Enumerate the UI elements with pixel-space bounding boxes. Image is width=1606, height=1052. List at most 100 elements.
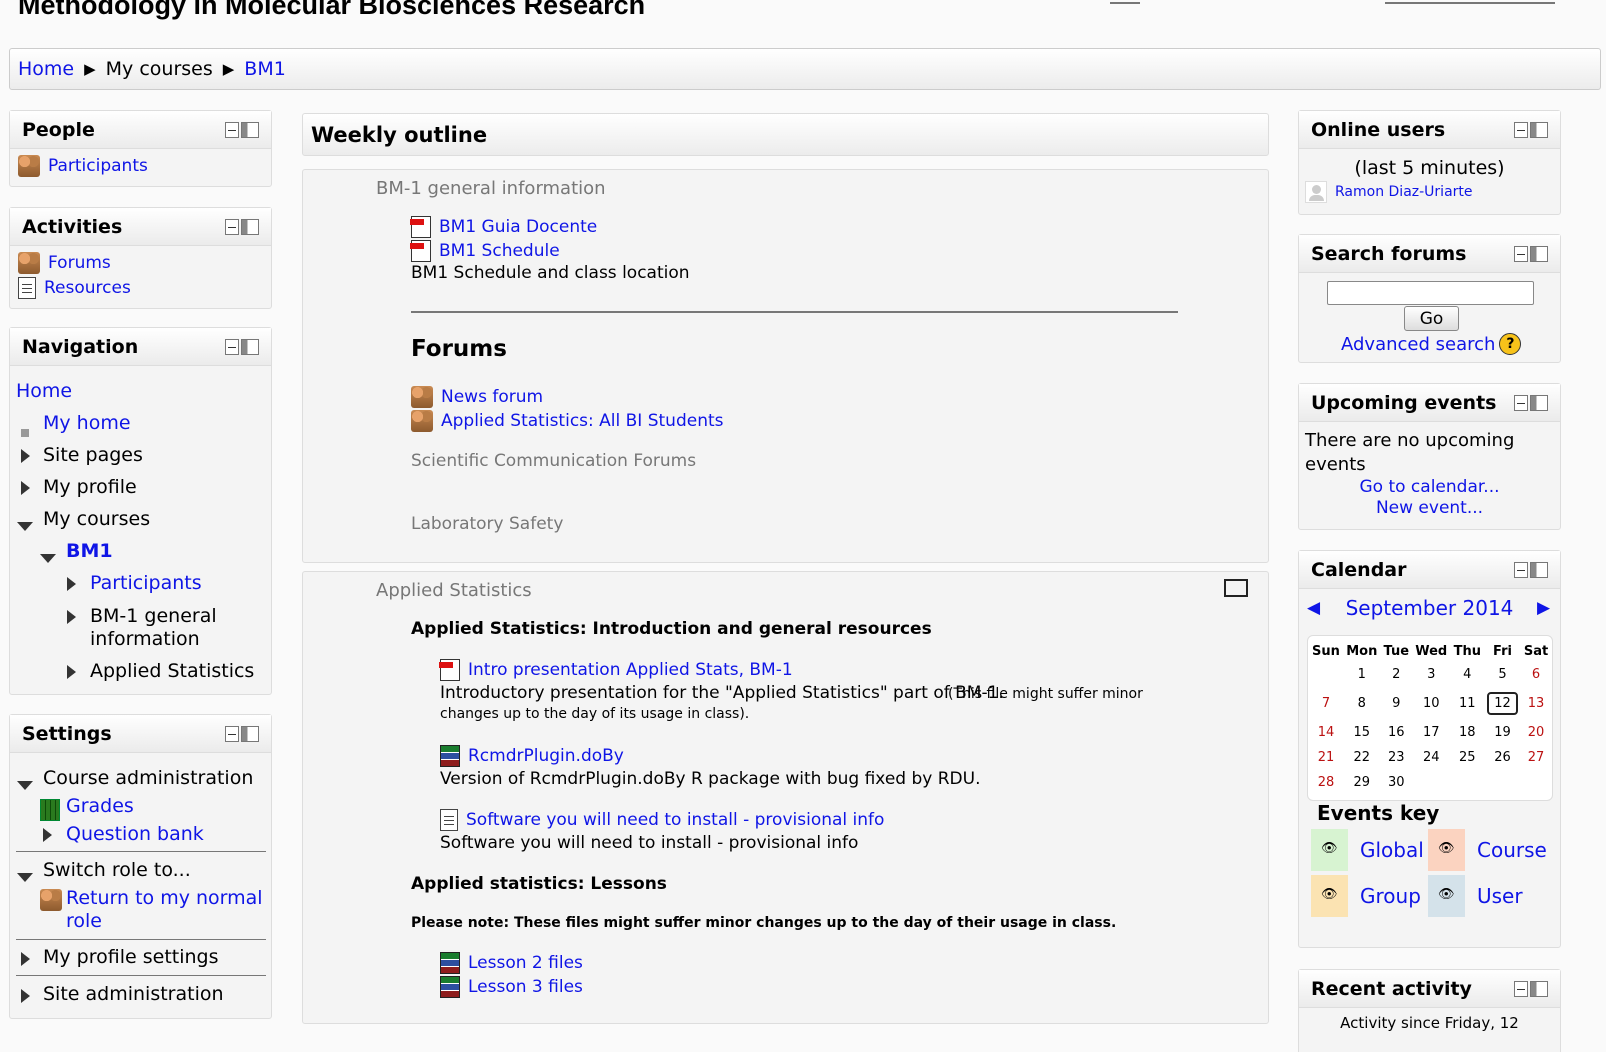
nav-my-profile[interactable]: My profile	[43, 476, 137, 498]
applied-forum[interactable]: Applied Statistics: All BI Students	[411, 410, 724, 432]
calendar-day[interactable]: 27	[1522, 746, 1550, 769]
dock-icon[interactable]	[241, 338, 259, 355]
search-input[interactable]	[1327, 281, 1534, 305]
collapse-icon[interactable]	[1514, 561, 1528, 578]
key-user[interactable]: User	[1428, 875, 1523, 917]
key-group[interactable]: Group	[1311, 875, 1421, 917]
calendar-day[interactable]: 26	[1485, 746, 1520, 769]
expand-icon[interactable]	[21, 952, 30, 966]
key-global-label[interactable]: Global	[1360, 838, 1424, 862]
calendar-day[interactable]: 17	[1413, 721, 1450, 744]
news-forum[interactable]: News forum	[411, 386, 543, 408]
resources-label[interactable]: Resources	[44, 278, 131, 298]
calendar-day[interactable]: 10	[1413, 688, 1450, 719]
switch-role[interactable]: Switch role to...	[43, 859, 191, 881]
course-administration[interactable]: Course administration	[43, 767, 253, 789]
question-bank-link[interactable]: Question bank	[66, 823, 204, 845]
go-button[interactable]: Go	[1404, 306, 1459, 331]
dock-icon[interactable]	[1530, 245, 1548, 262]
calendar-day[interactable]: 6	[1522, 663, 1550, 686]
calendar-day[interactable]: 22	[1344, 746, 1380, 769]
calendar-day[interactable]: 14	[1310, 721, 1342, 744]
block-controls[interactable]	[1514, 245, 1548, 262]
login-info-fragment[interactable]	[1385, 0, 1555, 4]
key-course-label[interactable]: Course	[1477, 838, 1547, 862]
dock-icon[interactable]	[241, 121, 259, 138]
block-controls[interactable]	[225, 725, 259, 742]
schedule-link[interactable]: BM1 Schedule	[439, 241, 560, 261]
calendar-next-icon[interactable]: ▶	[1537, 598, 1550, 618]
collapse-icon[interactable]	[225, 121, 239, 138]
expand-icon[interactable]	[21, 989, 30, 1003]
intro-presentation[interactable]: Intro presentation Applied Stats, BM-1	[439, 659, 793, 681]
guia-link[interactable]: BM1 Guia Docente	[439, 217, 597, 237]
go-to-calendar-link[interactable]: Go to calendar...	[1299, 477, 1560, 497]
nav-bm1[interactable]: BM1	[66, 540, 113, 562]
forums-link[interactable]: Forums	[18, 252, 263, 274]
calendar-day[interactable]: 12	[1485, 688, 1520, 719]
expand-icon[interactable]	[21, 481, 30, 495]
resource-schedule[interactable]: BM1 Schedule	[410, 240, 560, 262]
collapse-icon[interactable]	[1514, 121, 1528, 138]
software-link[interactable]: Software you will need to install - prov…	[466, 810, 884, 830]
calendar-day[interactable]: 29	[1344, 771, 1380, 794]
resource-guia[interactable]: BM1 Guia Docente	[410, 216, 597, 238]
rcmdr-link[interactable]: RcmdrPlugin.doBy	[468, 746, 624, 766]
news-forum-link[interactable]: News forum	[441, 387, 543, 407]
calendar-day[interactable]: 18	[1452, 721, 1483, 744]
my-profile-settings[interactable]: My profile settings	[43, 946, 219, 968]
online-user-name[interactable]: Ramon Diaz-Uriarte	[1335, 184, 1473, 200]
return-normal-role-line2[interactable]: role	[66, 910, 102, 932]
online-user[interactable]: Ramon Diaz-Uriarte	[1305, 181, 1473, 203]
calendar-day[interactable]: 1	[1344, 663, 1380, 686]
calendar-day[interactable]: 20	[1522, 721, 1550, 744]
calendar-today[interactable]: 12	[1487, 692, 1518, 715]
calendar-day[interactable]: 13	[1522, 688, 1550, 719]
breadcrumb-bm1[interactable]: BM1	[244, 58, 286, 80]
advanced-search-link[interactable]: Advanced search	[1341, 334, 1495, 355]
collapse-icon[interactable]	[1514, 245, 1528, 262]
expand-icon[interactable]	[21, 449, 30, 463]
help-icon[interactable]: ?	[1499, 333, 1522, 355]
calendar-day[interactable]: 19	[1485, 721, 1520, 744]
collapse-icon[interactable]	[225, 725, 239, 742]
calendar-day[interactable]: 7	[1310, 688, 1342, 719]
calendar-day[interactable]: 11	[1452, 688, 1483, 719]
calendar-day[interactable]: 16	[1382, 721, 1411, 744]
block-controls[interactable]	[1514, 561, 1548, 578]
calendar-day[interactable]: 3	[1413, 663, 1450, 686]
expand-icon[interactable]	[67, 665, 76, 679]
calendar-day[interactable]: 23	[1382, 746, 1411, 769]
collapse-tree-icon[interactable]	[17, 781, 33, 790]
lesson3-resource[interactable]: Lesson 3 files	[440, 976, 583, 998]
calendar-day[interactable]: 30	[1382, 771, 1411, 794]
block-controls[interactable]	[1514, 980, 1548, 997]
calendar-day[interactable]: 4	[1452, 663, 1483, 686]
rcmdr-resource[interactable]: RcmdrPlugin.doBy	[440, 745, 624, 767]
participants-label[interactable]: Participants	[48, 156, 148, 176]
block-controls[interactable]	[225, 121, 259, 138]
block-controls[interactable]	[225, 338, 259, 355]
new-event-link[interactable]: New event...	[1299, 498, 1560, 518]
calendar-day[interactable]: 21	[1310, 746, 1342, 769]
dock-icon[interactable]	[1530, 394, 1548, 411]
block-controls[interactable]	[1514, 121, 1548, 138]
dock-icon[interactable]	[1530, 980, 1548, 997]
eye-icon[interactable]	[1311, 829, 1348, 871]
calendar-day[interactable]: 9	[1382, 688, 1411, 719]
collapse-tree-icon[interactable]	[17, 873, 33, 882]
calendar-day[interactable]: 5	[1485, 663, 1520, 686]
dock-icon[interactable]	[241, 725, 259, 742]
participants-link[interactable]: Participants	[18, 155, 263, 177]
eye-icon[interactable]	[1311, 875, 1348, 917]
applied-forum-link[interactable]: Applied Statistics: All BI Students	[441, 411, 724, 431]
forums-label[interactable]: Forums	[48, 253, 111, 273]
expand-icon[interactable]	[43, 828, 52, 842]
grades-link[interactable]: Grades	[66, 795, 134, 817]
block-controls[interactable]	[225, 218, 259, 235]
nav-bm1-general-line1[interactable]: BM-1 general	[90, 605, 217, 627]
calendar-day[interactable]: 8	[1344, 688, 1380, 719]
eye-icon[interactable]	[1428, 875, 1465, 917]
collapse-icon[interactable]	[225, 338, 239, 355]
calendar-month[interactable]: September 2014	[1299, 596, 1560, 620]
